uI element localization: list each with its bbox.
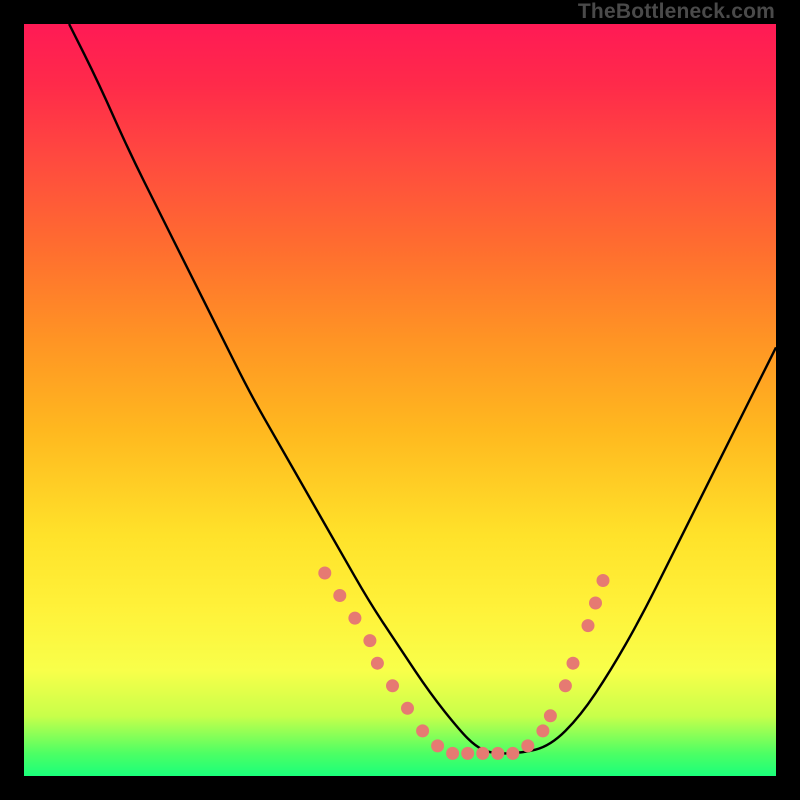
highlight-dot	[446, 747, 459, 760]
watermark-text: TheBottleneck.com	[578, 0, 775, 24]
chart-frame: TheBottleneck.com	[0, 0, 800, 800]
highlight-dot	[536, 724, 549, 737]
highlight-dot	[363, 634, 376, 647]
highlight-dot	[567, 657, 580, 670]
highlight-dot	[416, 724, 429, 737]
bottleneck-curve	[69, 24, 776, 753]
highlight-dot	[348, 612, 361, 625]
highlight-dot	[401, 702, 414, 715]
highlight-dot	[461, 747, 474, 760]
highlight-dot	[506, 747, 519, 760]
highlight-dot	[333, 589, 346, 602]
highlight-dot	[491, 747, 504, 760]
highlight-dot	[431, 739, 444, 752]
highlight-dot	[589, 597, 602, 610]
bottleneck-curve-svg	[24, 24, 776, 776]
highlight-dot	[318, 567, 331, 580]
highlight-dot	[597, 574, 610, 587]
highlight-dot	[386, 679, 399, 692]
highlight-dot	[521, 739, 534, 752]
highlight-dot	[582, 619, 595, 632]
highlight-dot	[559, 679, 572, 692]
highlight-dot	[476, 747, 489, 760]
plot-area	[24, 24, 776, 776]
highlight-dot	[371, 657, 384, 670]
highlight-dot	[544, 709, 557, 722]
